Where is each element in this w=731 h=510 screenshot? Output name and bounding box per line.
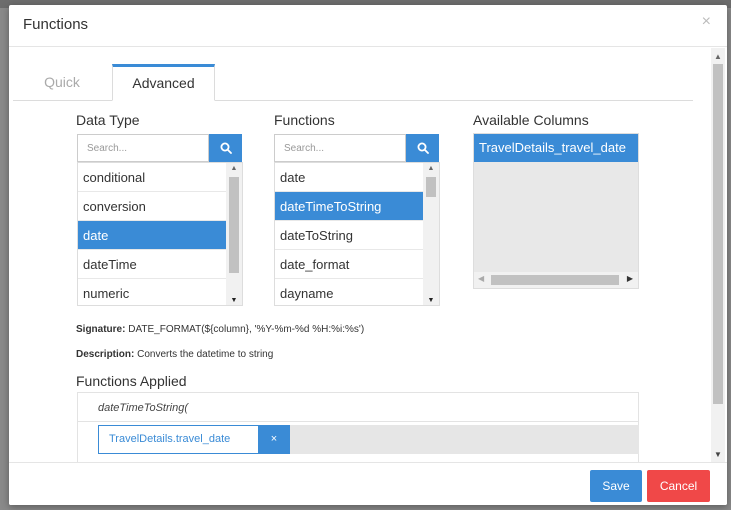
functions-title: Functions xyxy=(274,112,335,128)
available-column-item[interactable]: TravelDetails_travel_date xyxy=(474,134,638,162)
functions-search-button[interactable] xyxy=(406,134,439,162)
available-columns-list: TravelDetails_travel_date ◀ ▶ xyxy=(473,133,639,289)
modal-body: Quick Advanced Data Type conditional con… xyxy=(9,48,727,462)
applied-expression: dateTimeToString( xyxy=(98,402,188,414)
data-type-item[interactable]: numeric xyxy=(78,279,226,305)
search-icon xyxy=(220,142,232,154)
scroll-down-icon[interactable]: ▼ xyxy=(423,297,439,304)
scroll-down-icon[interactable]: ▼ xyxy=(226,297,242,304)
save-button[interactable]: Save xyxy=(590,470,642,502)
signature-label: Signature: xyxy=(76,324,126,335)
data-type-search xyxy=(77,134,242,162)
functions-scrollbar[interactable]: ▲ ▼ xyxy=(423,163,439,305)
remove-chip-button[interactable]: × xyxy=(258,425,290,454)
modal-header: Functions × xyxy=(9,5,727,47)
description-value: Converts the datetime to string xyxy=(137,349,274,360)
scroll-up-icon[interactable]: ▲ xyxy=(711,52,725,62)
scroll-down-icon[interactable]: ▼ xyxy=(711,450,725,460)
function-item[interactable]: date_format xyxy=(275,250,423,279)
function-item[interactable]: date xyxy=(275,163,423,192)
data-type-item[interactable]: dateTime xyxy=(78,250,226,279)
function-item[interactable]: dateToString xyxy=(275,221,423,250)
description-label: Description: xyxy=(76,349,135,360)
search-icon xyxy=(417,142,429,154)
data-type-item[interactable]: conversion xyxy=(78,192,226,221)
functions-applied-title: Functions Applied xyxy=(76,373,187,389)
signature-line: Signature: DATE_FORMAT(${column}, '%Y-%m… xyxy=(76,324,364,335)
column-chip[interactable]: TravelDetails.travel_date xyxy=(98,425,259,454)
description-line: Description: Converts the datetime to st… xyxy=(76,349,273,360)
scroll-up-icon[interactable]: ▲ xyxy=(423,165,439,172)
functions-list: date dateTimeToString dateToString date_… xyxy=(274,162,440,306)
divider xyxy=(78,421,638,422)
scroll-right-icon[interactable]: ▶ xyxy=(627,274,633,283)
argument-drop-zone[interactable]: TravelDetails.travel_date × xyxy=(98,425,639,454)
data-type-list: conditional conversion date dateTime num… xyxy=(77,162,243,306)
scroll-thumb[interactable] xyxy=(713,64,723,404)
scroll-left-icon[interactable]: ◀ xyxy=(478,274,484,283)
functions-search-input[interactable] xyxy=(274,134,406,162)
tab-advanced[interactable]: Advanced xyxy=(112,64,215,101)
function-item[interactable]: dateTimeToString xyxy=(275,192,423,221)
functions-modal: Functions × Quick Advanced Data Type con… xyxy=(9,5,727,505)
modal-title: Functions xyxy=(23,16,89,33)
signature-value: DATE_FORMAT(${column}, '%Y-%m-%d %H:%i:%… xyxy=(128,324,365,335)
function-item[interactable]: dayname xyxy=(275,279,423,305)
scroll-thumb[interactable] xyxy=(229,177,239,273)
available-columns-title: Available Columns xyxy=(473,112,589,128)
functions-applied-box: dateTimeToString( TravelDetails.travel_d… xyxy=(77,392,639,462)
scroll-up-icon[interactable]: ▲ xyxy=(226,165,242,172)
data-type-search-button[interactable] xyxy=(209,134,242,162)
data-type-search-input[interactable] xyxy=(77,134,209,162)
data-type-item[interactable]: conditional xyxy=(78,163,226,192)
scroll-thumb[interactable] xyxy=(426,177,436,197)
tab-bar: Quick Advanced xyxy=(13,64,693,101)
data-type-title: Data Type xyxy=(76,112,140,128)
tab-quick[interactable]: Quick xyxy=(13,64,111,101)
available-columns-hscrollbar[interactable]: ◀ ▶ xyxy=(474,272,638,288)
close-icon[interactable]: × xyxy=(702,13,711,31)
modal-footer: Save Cancel xyxy=(9,462,727,505)
modal-scrollbar[interactable]: ▲ ▼ xyxy=(711,48,725,462)
data-type-item[interactable]: date xyxy=(78,221,226,250)
cancel-button[interactable]: Cancel xyxy=(647,470,710,502)
scroll-thumb[interactable] xyxy=(491,275,619,285)
data-type-scrollbar[interactable]: ▲ ▼ xyxy=(226,163,242,305)
functions-search xyxy=(274,134,439,162)
